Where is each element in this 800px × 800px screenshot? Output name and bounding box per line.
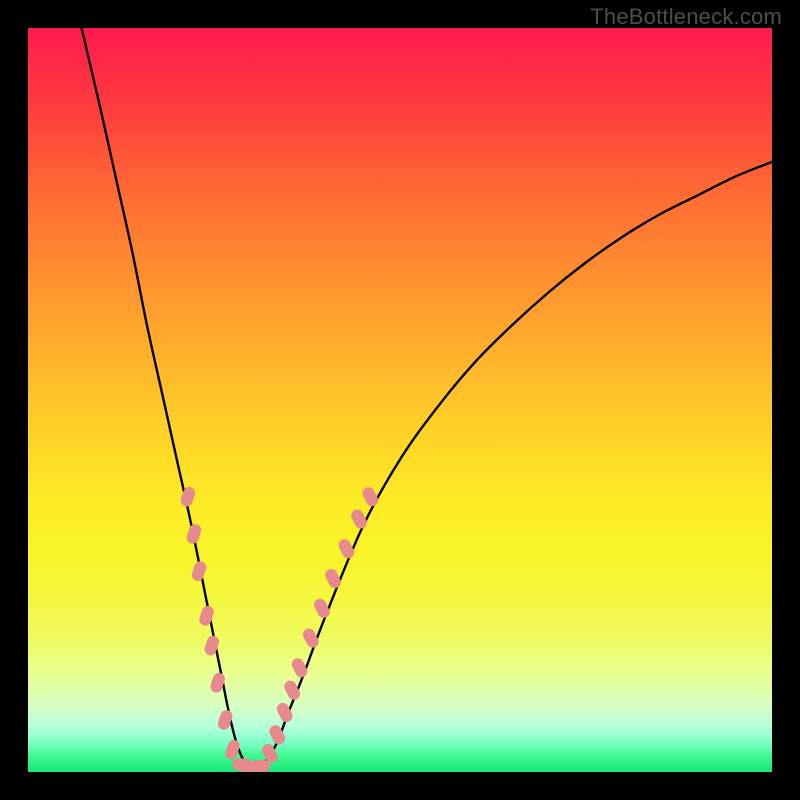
curve-layer [28,28,772,772]
marker-group [179,485,380,772]
curve-marker [185,523,203,546]
bottleneck-curve [82,28,772,770]
plot-area [28,28,772,772]
chart-frame: TheBottleneck.com [0,0,800,800]
curve-marker [224,738,242,761]
curve-marker [190,560,208,583]
curve-marker [179,485,197,508]
curve-marker [198,604,216,627]
curve-marker [250,760,270,772]
watermark-text: TheBottleneck.com [590,4,782,30]
curve-marker [282,679,302,702]
